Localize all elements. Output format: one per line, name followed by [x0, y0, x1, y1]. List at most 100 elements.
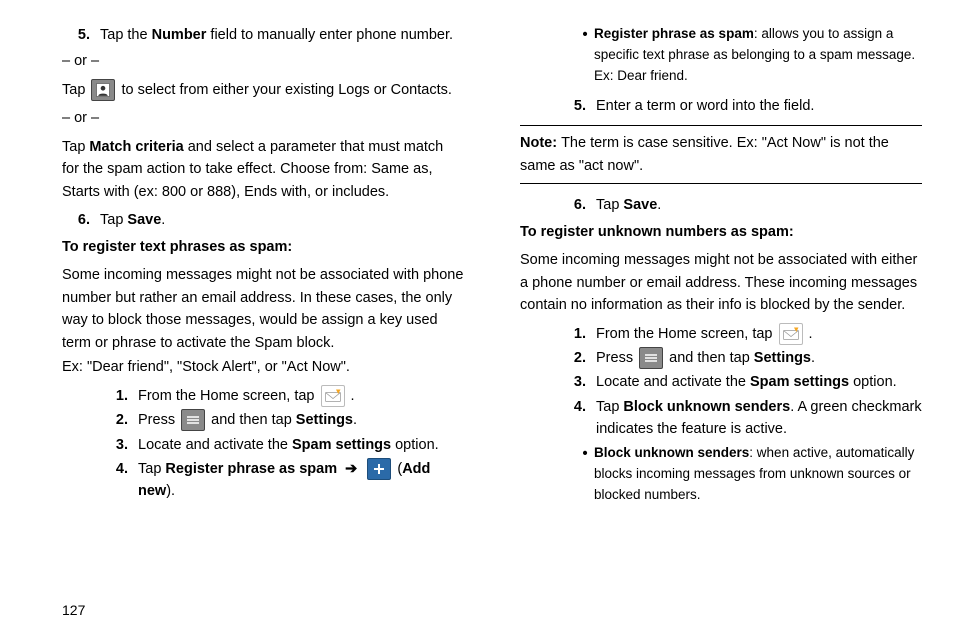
text: Tap: [596, 399, 623, 415]
text: Press: [596, 350, 637, 366]
text: Locate and activate the: [596, 374, 750, 390]
text: .: [657, 197, 661, 213]
step-6-right: 6. Tap Save.: [558, 194, 922, 216]
text: Tap: [100, 212, 127, 228]
heading-text: To register text phrases as spam:: [62, 239, 292, 255]
text: Tap the: [100, 27, 152, 43]
heading-text: To register unknown numbers as spam:: [520, 224, 794, 240]
text: Tap: [62, 82, 89, 98]
text: From the Home screen, tap: [138, 388, 319, 404]
step-5: 5. Tap the Number field to manually ente…: [62, 24, 464, 46]
note-label: Note:: [520, 135, 557, 151]
substep-2: 2. Press and then tap Settings.: [100, 409, 464, 431]
text: Press: [138, 412, 179, 428]
u-step-3: 3. Locate and activate the Spam settings…: [558, 371, 922, 393]
bold-settings: Settings: [296, 412, 353, 428]
paragraph-phrases: Some incoming messages might not be asso…: [62, 264, 464, 354]
step-number: 4.: [100, 458, 138, 503]
step-body: Tap Block unknown senders. A green check…: [596, 396, 922, 441]
or-divider: – or –: [62, 107, 464, 129]
step-number: 2.: [100, 409, 138, 431]
text: field to manually enter phone number.: [206, 27, 453, 43]
step-body: Tap the Number field to manually enter p…: [100, 24, 464, 46]
substep-1: 1. From the Home screen, tap .: [100, 385, 464, 407]
messaging-icon: [779, 323, 803, 345]
left-column: 5. Tap the Number field to manually ente…: [62, 24, 464, 594]
bold-spam: Spam settings: [750, 374, 849, 390]
text: Tap: [596, 197, 623, 213]
step-body: Press and then tap Settings.: [138, 409, 464, 431]
note-body: The term is case sensitive. Ex: "Act Now…: [520, 135, 889, 173]
text: and then tap: [211, 412, 296, 428]
text: option.: [391, 437, 439, 453]
page-number: 127: [62, 594, 922, 618]
step-number: 6.: [558, 194, 596, 216]
columns: 5. Tap the Number field to manually ente…: [62, 24, 922, 594]
step-number: 5.: [558, 95, 596, 117]
section-heading-phrases: To register text phrases as spam:: [62, 236, 464, 258]
bold-save: Save: [127, 212, 161, 228]
text: .: [811, 350, 815, 366]
u-step-2: 2. Press and then tap Settings.: [558, 347, 922, 369]
step-number: 1.: [558, 323, 596, 345]
bold-spam: Spam settings: [292, 437, 391, 453]
bold-number: Number: [152, 27, 207, 43]
plus-icon: [367, 458, 391, 480]
step-number: 1.: [100, 385, 138, 407]
text: to select from either your existing Logs…: [121, 82, 451, 98]
text: From the Home screen, tap: [596, 326, 777, 342]
menu-icon: [639, 347, 663, 369]
text: option.: [849, 374, 897, 390]
step-body: Locate and activate the Spam settings op…: [596, 371, 922, 393]
bold-settings: Settings: [754, 350, 811, 366]
paragraph-unknown: Some incoming messages might not be asso…: [520, 249, 922, 316]
bullet-body: Block unknown senders: when active, auto…: [594, 443, 922, 506]
messaging-icon: [321, 385, 345, 407]
bold-block-unknown: Block unknown senders: [594, 445, 749, 460]
text: .: [353, 412, 357, 428]
bold-match: Match criteria: [89, 139, 183, 155]
bullet-dot: •: [576, 443, 594, 506]
text: [337, 461, 341, 477]
text: ).: [166, 483, 175, 499]
bold-register-phrase: Register phrase as spam: [594, 26, 754, 41]
bullet-block-unknown: • Block unknown senders: when active, au…: [576, 443, 922, 506]
note-content: Note:The term is case sensitive. Ex: "Ac…: [520, 132, 922, 177]
contact-icon: [91, 79, 115, 101]
step-body: Locate and activate the Spam settings op…: [138, 434, 464, 456]
substep-3: 3. Locate and activate the Spam settings…: [100, 434, 464, 456]
note-block: Note:The term is case sensitive. Ex: "Ac…: [520, 125, 922, 184]
bold-block: Block unknown senders: [623, 399, 790, 415]
bold-save: Save: [623, 197, 657, 213]
step-body: Enter a term or word into the field.: [596, 95, 922, 117]
u-step-4: 4. Tap Block unknown senders. A green ch…: [558, 396, 922, 441]
menu-icon: [181, 409, 205, 431]
step-body: From the Home screen, tap .: [138, 385, 464, 407]
step-5-right: 5. Enter a term or word into the field.: [558, 95, 922, 117]
right-column: • Register phrase as spam: allows you to…: [520, 24, 922, 594]
bold-register: Register phrase as spam: [165, 461, 337, 477]
text: .: [809, 326, 813, 342]
step-body: Tap Save.: [596, 194, 922, 216]
text: Tap: [62, 139, 89, 155]
step-number: 3.: [558, 371, 596, 393]
step-number: 2.: [558, 347, 596, 369]
step-number: 5.: [62, 24, 100, 46]
text: .: [351, 388, 355, 404]
text: .: [161, 212, 165, 228]
arrow-icon: ➔: [345, 461, 357, 477]
u-step-1: 1. From the Home screen, tap .: [558, 323, 922, 345]
manual-page: 5. Tap the Number field to manually ente…: [0, 0, 954, 636]
step-6: 6. Tap Save.: [62, 209, 464, 231]
bullet-register-phrase: • Register phrase as spam: allows you to…: [576, 24, 922, 87]
text: Tap: [138, 461, 165, 477]
step-5-alt2: Tap Match criteria and select a paramete…: [62, 136, 464, 203]
step-5-alt1: Tap to select from either your existing …: [62, 79, 464, 101]
or-divider: – or –: [62, 50, 464, 72]
step-body: Press and then tap Settings.: [596, 347, 922, 369]
step-body: Tap Register phrase as spam ➔ (Add new).: [138, 458, 464, 503]
step-number: 6.: [62, 209, 100, 231]
step-number: 3.: [100, 434, 138, 456]
step-body: Tap Save.: [100, 209, 464, 231]
text: Locate and activate the: [138, 437, 292, 453]
